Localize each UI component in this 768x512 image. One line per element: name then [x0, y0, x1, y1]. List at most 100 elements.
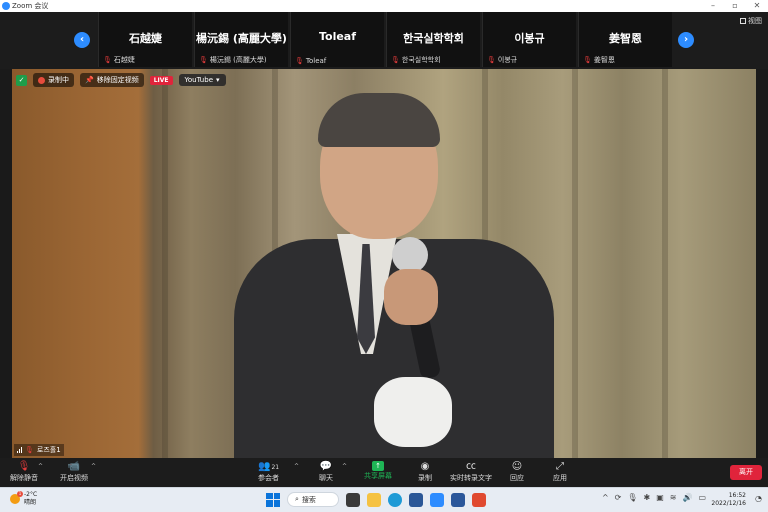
zoom-logo-icon	[2, 2, 10, 10]
participant-label: 🎙 姜智恩	[583, 56, 615, 64]
bluetooth-icon[interactable]: ✱	[644, 493, 651, 502]
prev-page-button[interactable]: ‹	[74, 32, 90, 48]
taskbar-search[interactable]: ⌕ 搜索	[287, 492, 339, 507]
participant-name: 楊沅錫 (高麗大學)	[196, 32, 287, 45]
participant-tile[interactable]: 이봉규 🎙 이봉규	[482, 12, 576, 67]
maximize-button[interactable]: ▫	[724, 0, 746, 12]
window-title: Zoom 会议	[12, 2, 49, 10]
participants-button[interactable]: 👥21 参会者	[258, 461, 279, 483]
taskbar-clock[interactable]: 16:52 2022/12/16	[711, 492, 746, 508]
clock-time: 16:52	[728, 492, 746, 499]
participant-label: 🎙 石越婕	[103, 56, 135, 64]
live-transcript-button[interactable]: ㏄ 实时转录文字	[450, 461, 492, 483]
windows-taskbar: 1 -2°C 晴朗 ⌕ 搜索 ^ ⟳ 🎙 ✱ ▣ ≋ 🔊 ▭ 16:52 202…	[0, 487, 768, 512]
participant-tile[interactable]: Toleaf 🎙 Toleaf	[290, 12, 384, 67]
share-screen-icon: ↑	[372, 461, 384, 471]
muted-mic-icon: 🎙	[295, 57, 304, 65]
participant-label: 🎙 楊沅錫 (高麗大學)	[199, 56, 267, 64]
speaker-hand	[384, 269, 438, 325]
mic-off-icon: 🎙	[17, 461, 31, 472]
video-off-icon: 📹	[67, 461, 81, 472]
speaker-name-label: 🎙 로즈홀1	[14, 444, 64, 456]
apps-icon: ⤢	[556, 461, 564, 472]
participants-options-caret[interactable]: ^	[294, 463, 299, 470]
reactions-button[interactable]: ☺ 回应	[510, 461, 524, 483]
participant-tile[interactable]: 姜智恩 🎙 姜智恩	[578, 12, 672, 67]
weather-condition-text: 晴朗	[24, 499, 37, 506]
temperature-text: -2°C	[24, 491, 38, 498]
meeting-toolbar: 🎙 解除静音 ^ 📹 开启视频 ^ 👥21 参会者 ^ 💬 聊天 ^ ↑ 共享屏…	[0, 458, 768, 487]
participant-name: Toleaf	[318, 30, 357, 43]
participant-tile[interactable]: 한국실학학회 🎙 한국실학학회	[386, 12, 480, 67]
participant-name: 石越婕	[129, 32, 162, 45]
search-icon: ⌕	[295, 495, 299, 503]
title-bar: Zoom 会议 – ▫ ✕	[0, 0, 768, 12]
muted-mic-icon: 🎙	[25, 446, 34, 454]
weather-sun-icon: 1	[10, 491, 23, 504]
participants-icon: 👥21	[258, 461, 280, 472]
participant-label: 🎙 한국실학학회	[391, 56, 441, 64]
unmute-button[interactable]: 🎙 解除静音	[10, 461, 38, 483]
audio-options-caret[interactable]: ^	[38, 463, 43, 470]
sync-icon[interactable]: ⟳	[615, 493, 622, 502]
battery-icon[interactable]: ▭	[698, 493, 706, 502]
participant-tile[interactable]: 楊沅錫 (高麗大學) 🎙 楊沅錫 (高麗大學)	[194, 12, 288, 67]
next-page-button[interactable]: ›	[678, 32, 694, 48]
clock-date: 2022/12/16	[711, 500, 746, 507]
video-options-caret[interactable]: ^	[91, 463, 96, 470]
muted-mic-icon: 🎙	[199, 56, 208, 64]
weather-widget[interactable]: 1 -2°C 晴朗	[10, 491, 37, 507]
recording-indicator[interactable]: 录制中	[33, 73, 74, 87]
chat-options-caret[interactable]: ^	[342, 463, 347, 470]
muted-mic-icon: 🎙	[487, 56, 496, 64]
windows-start-icon[interactable]	[266, 492, 280, 507]
live-badge: LIVE	[149, 75, 173, 85]
record-dot-icon	[38, 76, 45, 84]
unpin-video-button[interactable]: 📌 移除固定视频	[80, 73, 144, 87]
record-icon: ◉	[420, 461, 430, 472]
apps-button[interactable]: ⤢ 应用	[553, 461, 567, 483]
cc-icon: ㏄	[466, 461, 476, 472]
pin-icon: 📌	[85, 76, 94, 84]
microphone-icon[interactable]: 🎙	[627, 493, 637, 502]
meeting-status-bar: ✓ 录制中 📌 移除固定视频 LIVE YouTube ▾	[16, 73, 226, 87]
record-button[interactable]: ◉ 录制	[418, 461, 432, 483]
zoom-window: Zoom 会议 – ▫ ✕ ‹ 石越婕 🎙 石越婕 楊沅錫 (高麗大學) 🎙 楊…	[0, 0, 768, 512]
stream-platform-dropdown[interactable]: YouTube ▾	[178, 74, 226, 86]
chevron-up-icon[interactable]: ^	[602, 493, 609, 502]
chat-button[interactable]: 💬 聊天	[319, 461, 333, 483]
caret-down-icon: ▾	[216, 76, 220, 84]
wifi-icon[interactable]: ≋	[670, 493, 677, 502]
share-screen-button[interactable]: ↑ 共享屏幕	[364, 461, 392, 481]
notification-icon[interactable]: ◔	[755, 494, 762, 503]
participant-strip: ‹ 石越婕 🎙 石越婕 楊沅錫 (高麗大學) 🎙 楊沅錫 (高麗大學) Tole…	[0, 12, 768, 69]
start-video-button[interactable]: 📹 开启视频	[60, 461, 88, 483]
security-shield-icon[interactable]: ✓	[16, 74, 27, 86]
participant-label: 🎙 Toleaf	[295, 57, 327, 65]
participant-tile[interactable]: 石越婕 🎙 石越婕	[98, 12, 192, 67]
view-button[interactable]: 视图	[740, 16, 762, 26]
muted-mic-icon: 🎙	[583, 56, 592, 64]
speaker-video[interactable]: ✓ 录制中 📌 移除固定视频 LIVE YouTube ▾ 🎙 로즈홀1	[12, 69, 756, 458]
word-app-icon[interactable]	[451, 492, 465, 507]
signal-strength-icon	[17, 447, 22, 453]
file-explorer-icon[interactable]	[367, 492, 381, 507]
participant-name: 이봉규	[514, 32, 545, 45]
store-icon[interactable]	[409, 492, 423, 507]
smiley-icon: ☺	[511, 461, 523, 472]
wps-app-icon[interactable]	[472, 492, 486, 507]
leave-button[interactable]: 离开	[730, 465, 762, 480]
view-label: 视图	[748, 17, 762, 25]
zoom-app-icon[interactable]	[430, 492, 444, 507]
muted-mic-icon: 🎙	[391, 56, 400, 64]
participant-name: 姜智恩	[609, 32, 642, 45]
muted-mic-icon: 🎙	[103, 56, 112, 64]
task-view-icon[interactable]	[346, 492, 360, 507]
participant-label: 🎙 이봉규	[487, 56, 518, 64]
wps-tray-icon[interactable]: ▣	[656, 493, 664, 502]
close-button[interactable]: ✕	[746, 0, 768, 12]
volume-icon[interactable]: 🔊	[682, 493, 692, 502]
minimize-button[interactable]: –	[702, 0, 724, 12]
edge-browser-icon[interactable]	[388, 492, 402, 507]
chat-bubble-icon: 💬	[319, 461, 333, 472]
